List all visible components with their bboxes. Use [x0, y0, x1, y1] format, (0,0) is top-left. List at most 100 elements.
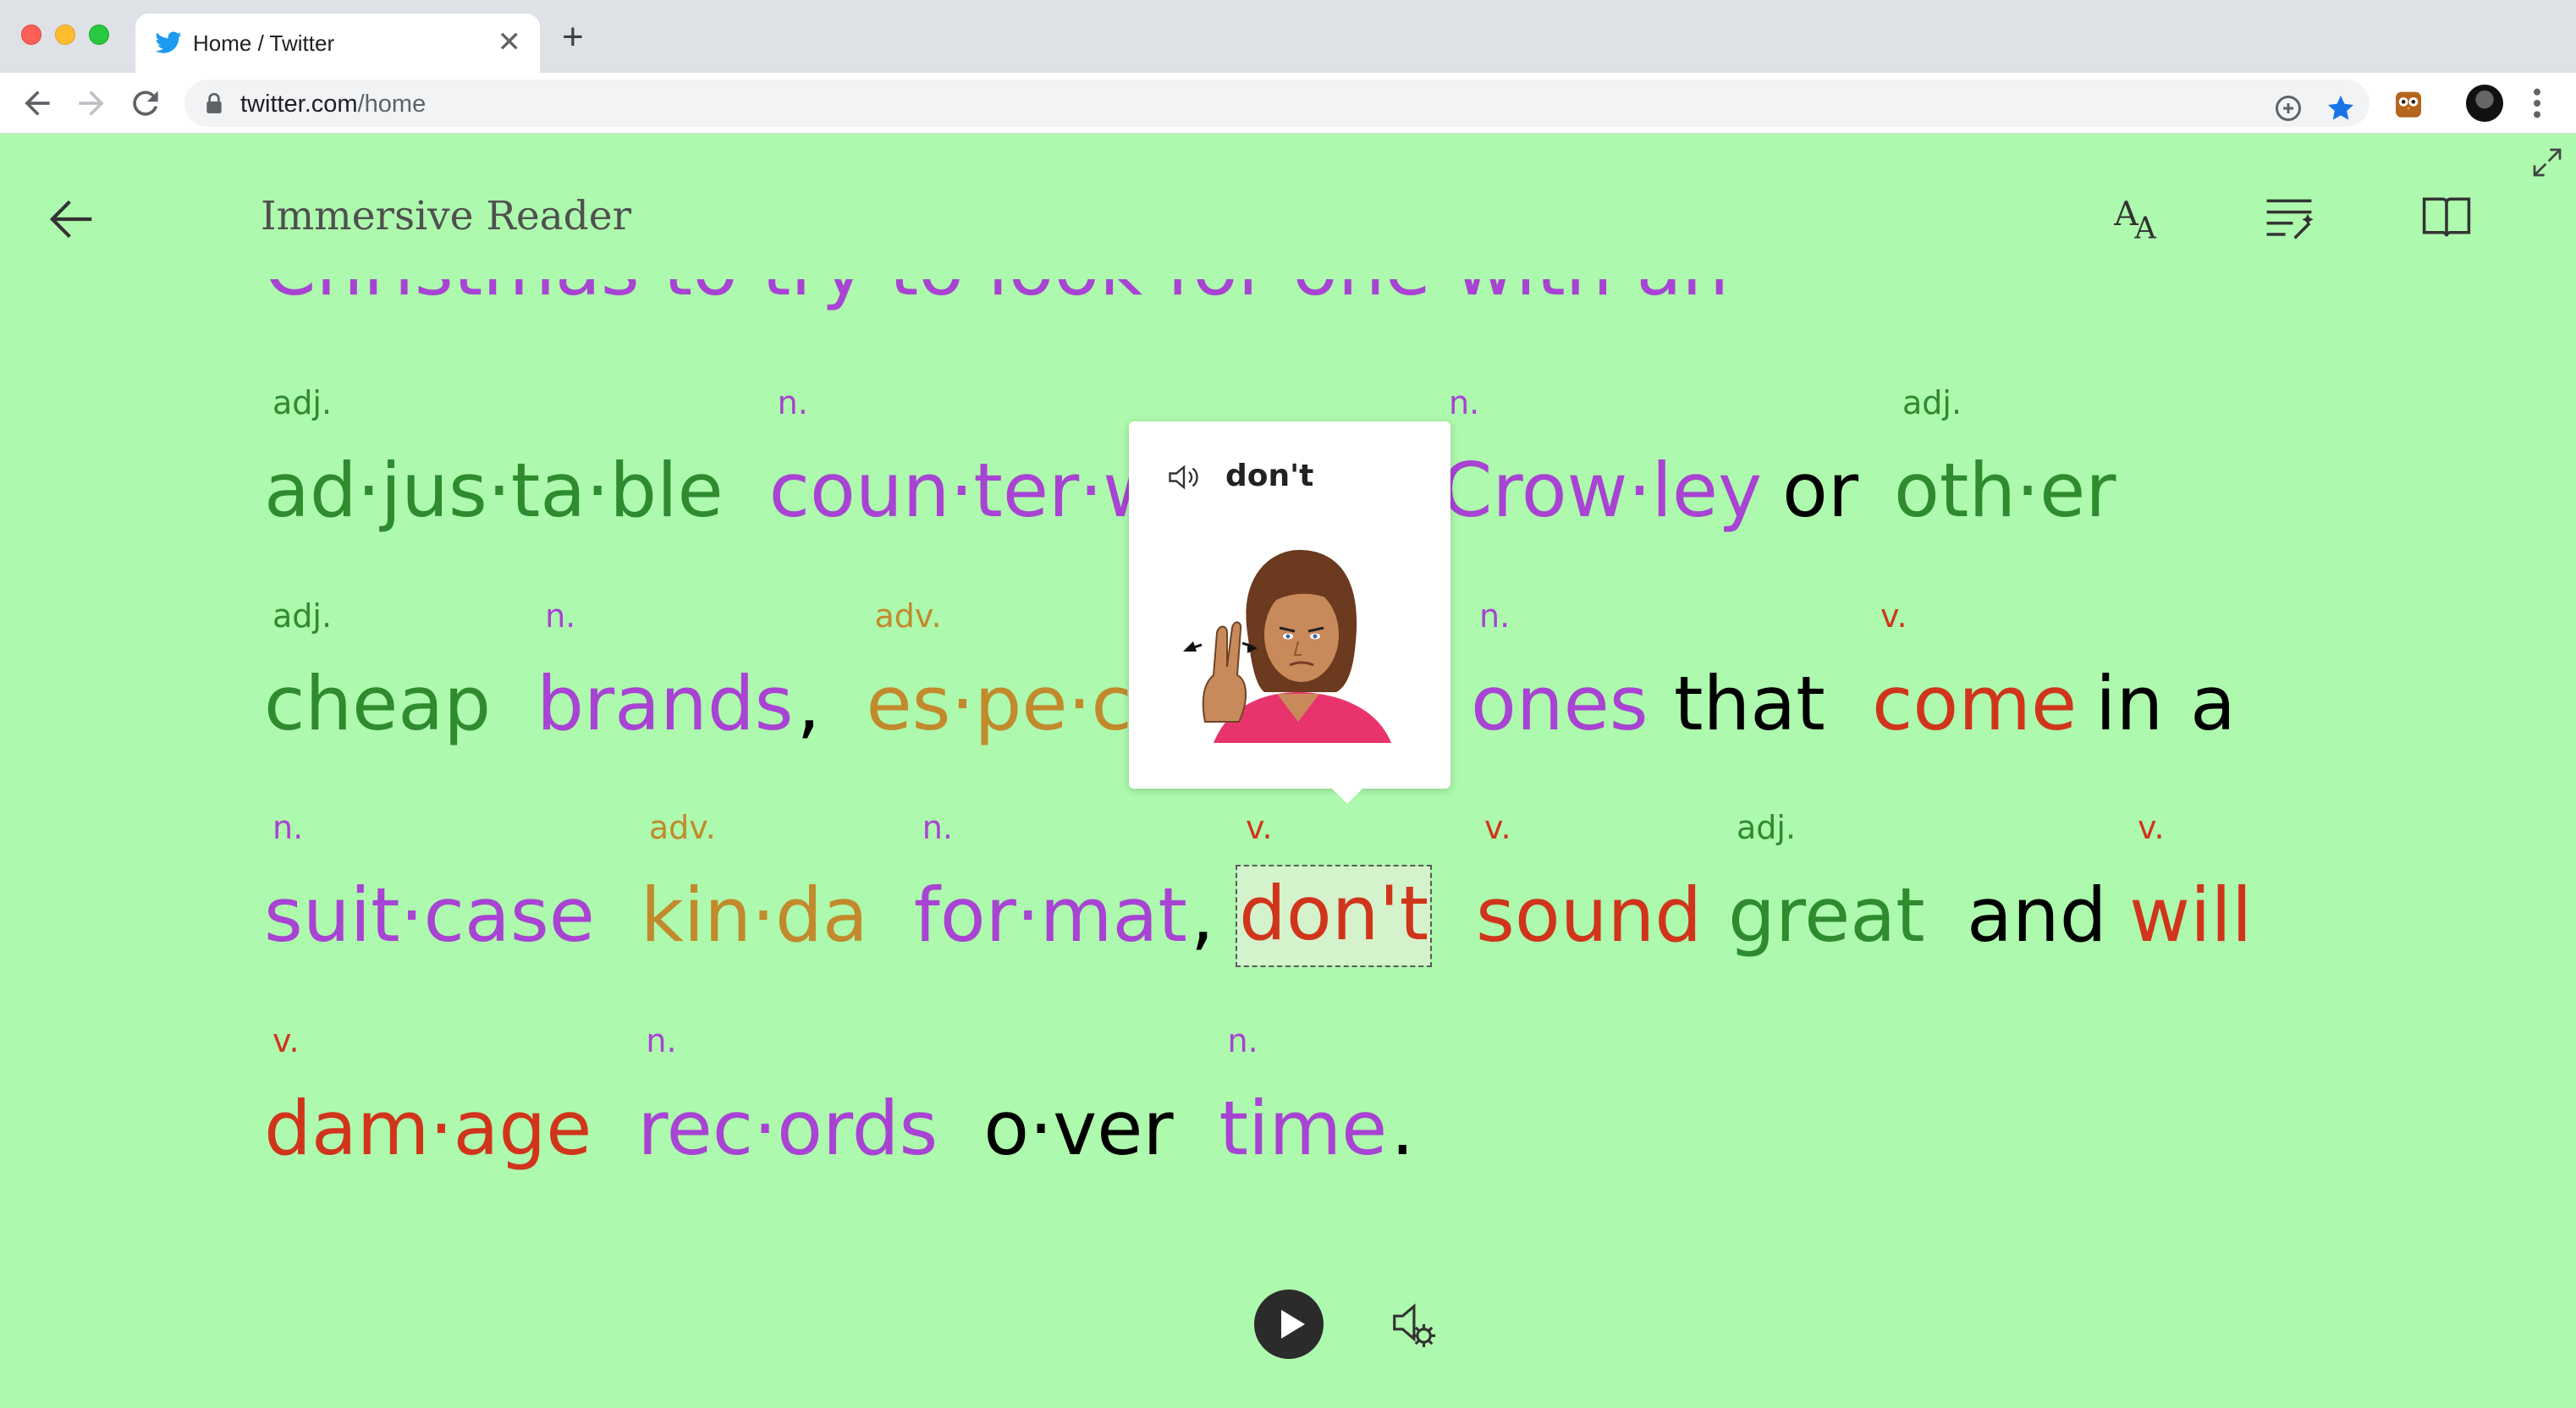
word-text: suit·case: [264, 872, 595, 959]
pos-label: adj.: [272, 384, 333, 421]
expand-icon[interactable]: [2530, 146, 2564, 179]
reader-line-1: adj. ad·jus·ta·ble n. coun·ter·w n. Crow·le…: [264, 384, 2116, 534]
reload-icon[interactable]: [127, 85, 164, 122]
immersive-reader: Christmas to try to look for one with an…: [0, 134, 2576, 1408]
speaker-icon[interactable]: [1166, 462, 1202, 492]
word[interactable]: n. time: [1219, 1022, 1388, 1172]
url-text[interactable]: twitter.com/home: [240, 91, 426, 118]
pos-label: n.: [922, 809, 953, 846]
play-button[interactable]: [1254, 1290, 1324, 1359]
word-text: don't: [1239, 870, 1429, 957]
word[interactable]: v. dam·age: [264, 1022, 592, 1172]
word-text: or: [1782, 447, 1859, 534]
word[interactable]: adv. es·pe·ci: [866, 597, 1153, 747]
pos-label: v.: [1880, 597, 1907, 635]
new-tab-button[interactable]: +: [562, 19, 584, 56]
word[interactable]: v. will: [2129, 809, 2253, 959]
url-path: /home: [357, 91, 427, 118]
word[interactable]: n. rec·ords: [637, 1022, 938, 1172]
text-preferences-icon[interactable]: A A: [2112, 188, 2168, 244]
zoom-plus-icon[interactable]: [2273, 93, 2304, 124]
word-text: Crow·ley: [1440, 447, 1763, 534]
pos-label: adj.: [1737, 809, 1797, 846]
word[interactable]: v. come: [1872, 597, 2078, 747]
word[interactable]: that: [1674, 660, 1825, 747]
word[interactable]: n. Crow·ley: [1440, 384, 1763, 534]
word-text: great: [1728, 872, 1925, 959]
word-text: time: [1219, 1085, 1388, 1172]
pos-label: v.: [272, 1022, 300, 1059]
maximize-window-button[interactable]: [89, 25, 109, 45]
word[interactable]: o·ver: [983, 1085, 1173, 1172]
back-arrow-icon[interactable]: [46, 193, 98, 245]
word[interactable]: adj. oth·er: [1894, 384, 2116, 534]
word-text: es·pe·ci: [866, 660, 1153, 747]
word-text: and: [1967, 872, 2107, 959]
word[interactable]: adj. cheap: [264, 597, 491, 747]
voice-settings-icon[interactable]: [1388, 1300, 1437, 1349]
reader-title: Immersive Reader: [261, 193, 632, 239]
pos-label: n.: [777, 384, 808, 421]
reading-preferences-book-icon[interactable]: [2419, 188, 2474, 244]
word-text: for·mat: [913, 872, 1187, 959]
play-icon: [1281, 1310, 1305, 1339]
pos-label: v.: [1484, 809, 1511, 846]
word[interactable]: adv. kin·da: [641, 809, 868, 959]
forward-arrow-icon[interactable]: [73, 85, 110, 122]
word[interactable]: v. sound: [1476, 809, 1702, 959]
close-window-button[interactable]: [21, 25, 41, 45]
twitter-bird-icon: [155, 31, 182, 53]
reader-line-4: v. dam·age n. rec·ords o·ver n. time.: [264, 1022, 1436, 1172]
pos-label: n.: [1227, 1022, 1258, 1059]
word-text: that: [1674, 660, 1825, 747]
word-text: come: [1872, 660, 2078, 747]
word[interactable]: adj. great: [1728, 809, 1925, 959]
word-text: coun·ter·w: [768, 447, 1164, 534]
minimize-window-button[interactable]: [55, 25, 75, 45]
tab-title: Home / Twitter: [193, 30, 335, 56]
word[interactable]: in: [2095, 660, 2163, 747]
reader-line-3: n. suit·case adv. kin·da n. for·mat, v. don'…: [264, 809, 2252, 967]
address-bar[interactable]: twitter.com/home: [184, 80, 2370, 127]
popup-word: don't: [1225, 459, 1314, 493]
word[interactable]: and: [1967, 872, 2107, 959]
back-arrow-icon[interactable]: [19, 85, 56, 122]
svg-text:A: A: [2133, 211, 2156, 244]
word[interactable]: n. coun·ter·w: [768, 384, 1164, 534]
pos-label: adv.: [648, 809, 716, 846]
grammar-options-icon[interactable]: [2261, 188, 2317, 244]
selected-word-dont[interactable]: v. don't: [1235, 809, 1433, 967]
url-host: twitter.com: [240, 91, 358, 118]
close-tab-icon[interactable]: ✕: [498, 25, 522, 59]
period: .: [1390, 1085, 1415, 1172]
picture-dictionary-popup: don't: [1129, 421, 1450, 804]
word-text: brands: [537, 660, 794, 747]
word[interactable]: adj. ad·jus·ta·ble: [264, 384, 724, 534]
pos-label: adj.: [1902, 384, 1962, 421]
lock-icon[interactable]: [205, 92, 223, 114]
word[interactable]: n. ones: [1471, 597, 1649, 747]
profile-avatar[interactable]: [2466, 85, 2503, 122]
word-text: rec·ords: [637, 1085, 938, 1172]
owl-extension-icon[interactable]: [2392, 86, 2425, 120]
word-text: a: [2190, 660, 2236, 747]
pos-label: n.: [1449, 384, 1480, 421]
comma: ,: [1190, 872, 1214, 959]
pos-label: n.: [646, 1022, 677, 1059]
word-text: oth·er: [1894, 447, 2116, 534]
word[interactable]: n. for·mat: [913, 809, 1187, 959]
word[interactable]: or: [1782, 447, 1858, 534]
word[interactable]: n. brands: [537, 597, 794, 747]
word-text: in: [2095, 660, 2164, 747]
bookmark-star-icon[interactable]: [2326, 93, 2356, 124]
pos-label: n.: [1479, 597, 1511, 635]
word-text: ones: [1471, 660, 1649, 747]
tab-home-twitter[interactable]: Home / Twitter ✕: [135, 14, 540, 73]
word-text: will: [2129, 872, 2253, 959]
word-text: o·ver: [983, 1085, 1174, 1172]
word-text: dam·age: [264, 1085, 592, 1172]
word[interactable]: n. suit·case: [264, 809, 595, 959]
word[interactable]: a: [2190, 660, 2236, 747]
browser-menu-icon[interactable]: [2530, 86, 2544, 120]
reader-line-2: adj. cheap n. brands, adv. es·pe·ci n. ones …: [264, 597, 2236, 747]
